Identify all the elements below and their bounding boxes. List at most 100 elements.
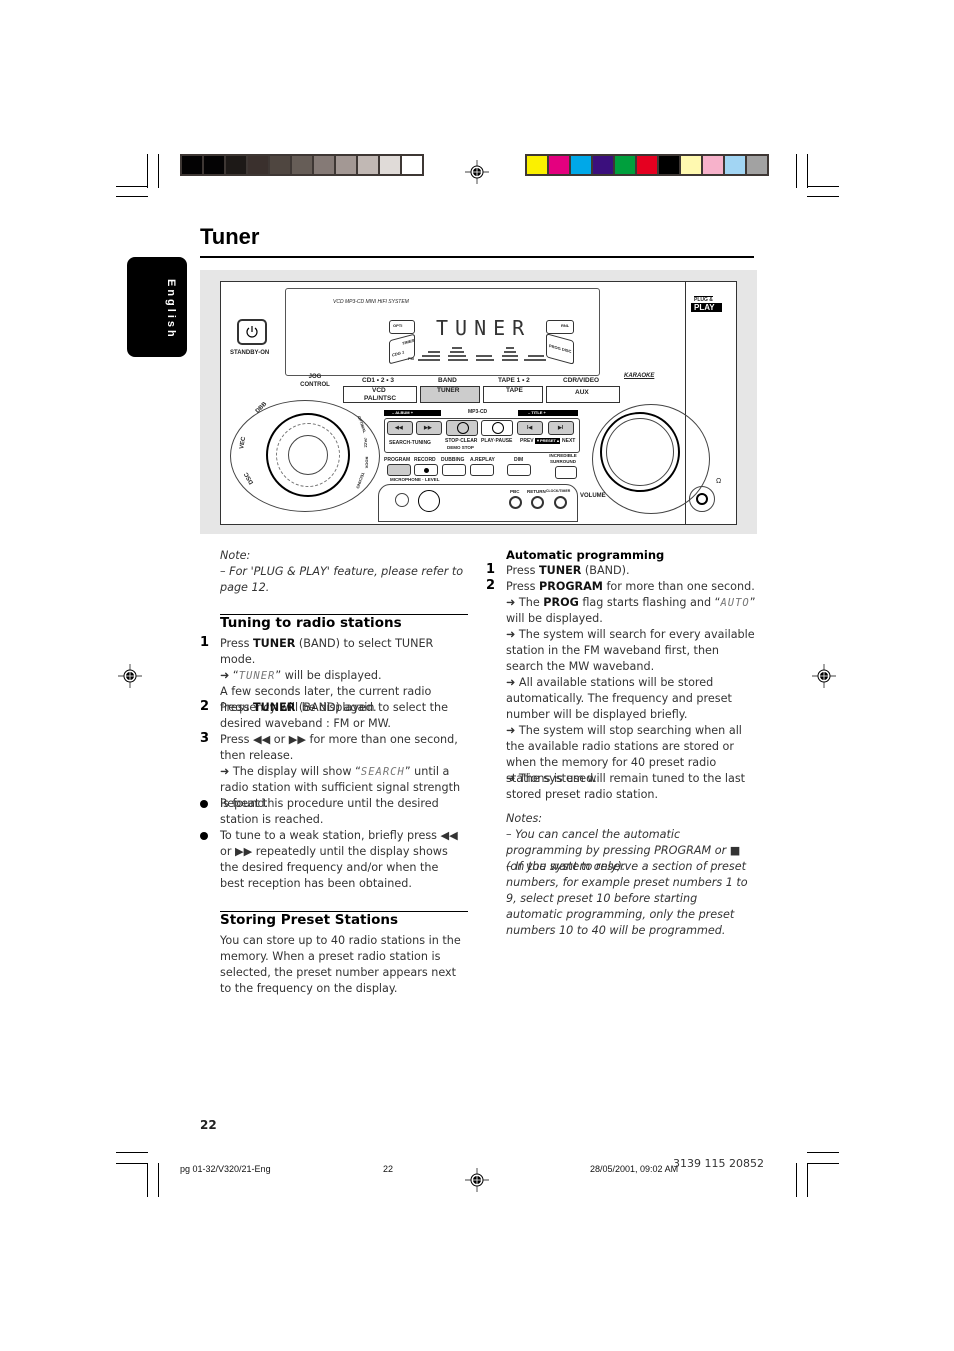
- process-color-swatch: [593, 156, 613, 174]
- grayscale-color-bar: [180, 154, 424, 176]
- crop-mark: [796, 154, 797, 188]
- crop-mark: [116, 196, 148, 197]
- bullet-item: To tune to a weak station, briefly press…: [220, 829, 458, 890]
- mp3cd-label: MP3-CD: [468, 409, 488, 415]
- bullet-icon: [200, 832, 208, 840]
- dubbing-button[interactable]: [442, 464, 466, 476]
- standby-button[interactable]: [237, 319, 267, 345]
- step-number: 3: [200, 731, 210, 746]
- rewind-button[interactable]: ◀◀: [387, 421, 413, 435]
- play-pause-icon: [492, 422, 504, 434]
- a-replay-label: A.REPLAY: [470, 457, 495, 463]
- headphone-jack-hole: [696, 493, 708, 505]
- auto-step-1: Press TUNER (BAND).: [506, 564, 630, 577]
- crop-mark: [807, 1152, 839, 1153]
- registration-mark-icon: [465, 1168, 489, 1192]
- mic-jack[interactable]: [395, 493, 409, 507]
- process-color-swatch: [527, 156, 547, 174]
- opti-flag: OPTI: [389, 320, 415, 334]
- registration-mark-icon: [812, 664, 836, 688]
- rnl-flag: RNL: [546, 320, 574, 334]
- footer-file: pg 01-32/V320/21-Eng: [180, 1164, 271, 1174]
- grayscale-swatch: [358, 156, 378, 174]
- crop-mark: [807, 1163, 808, 1197]
- crop-mark: [807, 196, 839, 197]
- incredible-surround-button[interactable]: [555, 466, 577, 479]
- prev-icon: I◀: [527, 425, 533, 431]
- rewind-icon: ◀◀: [395, 425, 403, 431]
- stop-button[interactable]: [446, 420, 478, 436]
- auto-arrow-item: ➜ All available stations will be stored …: [506, 676, 732, 721]
- play-pause-button[interactable]: [481, 420, 513, 436]
- pbc-button[interactable]: [509, 496, 522, 509]
- headphone-jack[interactable]: [689, 486, 715, 512]
- step-number: 2: [200, 699, 210, 714]
- process-color-swatch: [659, 156, 679, 174]
- crop-mark: [807, 154, 808, 188]
- step-2: Press TUNER (BAND) again to select the d…: [220, 701, 449, 730]
- grayscale-swatch: [314, 156, 334, 174]
- grayscale-swatch: [336, 156, 356, 174]
- registration-mark-icon: [118, 664, 142, 688]
- eq-jazz[interactable]: JAZZ: [364, 438, 369, 448]
- grayscale-swatch: [182, 156, 202, 174]
- grayscale-swatch: [204, 156, 224, 174]
- next-icon: ▶I: [558, 425, 564, 431]
- page-number: 22: [200, 1118, 217, 1132]
- prev-button[interactable]: I◀: [517, 421, 543, 435]
- title-bar: – TITLE +: [518, 410, 578, 416]
- process-color-swatch: [615, 156, 635, 174]
- crop-mark: [147, 1163, 148, 1197]
- next-button[interactable]: ▶I: [548, 421, 574, 435]
- volume-knob-inner: [606, 418, 674, 486]
- play-pause-label: PLAY·PAUSE: [481, 438, 513, 444]
- display-readout: TUNER: [436, 316, 532, 340]
- process-color-swatch: [681, 156, 701, 174]
- page-title: Tuner: [200, 224, 260, 249]
- process-color-swatch: [637, 156, 657, 174]
- crop-mark: [116, 1152, 148, 1153]
- tape-button[interactable]: TAPE: [483, 386, 543, 403]
- incredible-surround-label: INCREDIBLE SURROUND: [549, 453, 577, 464]
- dim-button[interactable]: [507, 464, 531, 476]
- clock-timer-button[interactable]: [554, 496, 567, 509]
- search-tuning-label: SEARCH-TUNING: [389, 440, 431, 446]
- eq-rock[interactable]: ROCK: [364, 457, 369, 469]
- footer-page: 22: [383, 1164, 394, 1174]
- a-replay-button[interactable]: [470, 464, 494, 476]
- step-number: 2: [486, 578, 496, 593]
- volume-label: VOLUME: [580, 493, 606, 499]
- headphone-icon: Ω: [716, 478, 722, 485]
- album-bar: – ALBUM +: [384, 410, 441, 416]
- next-label: NEXT: [562, 438, 576, 444]
- vcd-button[interactable]: VCD PAL/NTSC: [343, 386, 417, 403]
- karaoke-logo: KARAOKE: [624, 373, 655, 379]
- aux-button[interactable]: AUX: [546, 386, 620, 403]
- jog-control-label: JOG CONTROL: [300, 374, 330, 388]
- return-button[interactable]: [531, 496, 544, 509]
- section-title-tuning: Tuning to radio stations: [220, 615, 402, 631]
- source-label-band: BAND: [438, 377, 457, 384]
- storing-text: You can store up to 40 radio stations in…: [220, 934, 461, 995]
- power-icon: [246, 326, 258, 338]
- record-button[interactable]: [414, 464, 438, 476]
- standby-label: STANDBY-ON: [230, 350, 270, 356]
- grayscale-swatch: [226, 156, 246, 174]
- tuner-button[interactable]: TUNER: [420, 386, 480, 403]
- grayscale-swatch: [402, 156, 422, 174]
- clock-timer-label: CLOCK/TIMER: [546, 489, 571, 493]
- mic-level-knob[interactable]: [418, 490, 440, 512]
- brand-line: VCD MP3-CD MINI HIFI SYSTEM: [333, 299, 409, 305]
- record-label: RECORD: [414, 457, 436, 463]
- process-color-swatch: [747, 156, 767, 174]
- return-label: RETURN: [527, 489, 546, 494]
- fast-forward-icon: ▶▶: [424, 425, 432, 431]
- notes-title: Notes:: [506, 812, 543, 825]
- crop-mark: [116, 1163, 148, 1164]
- program-button[interactable]: [387, 464, 411, 476]
- crop-mark: [807, 1163, 839, 1164]
- grayscale-swatch: [380, 156, 400, 174]
- source-label-tape: TAPE 1 • 2: [498, 377, 530, 384]
- registration-mark-icon: [465, 160, 489, 184]
- fast-forward-button[interactable]: ▶▶: [416, 421, 442, 435]
